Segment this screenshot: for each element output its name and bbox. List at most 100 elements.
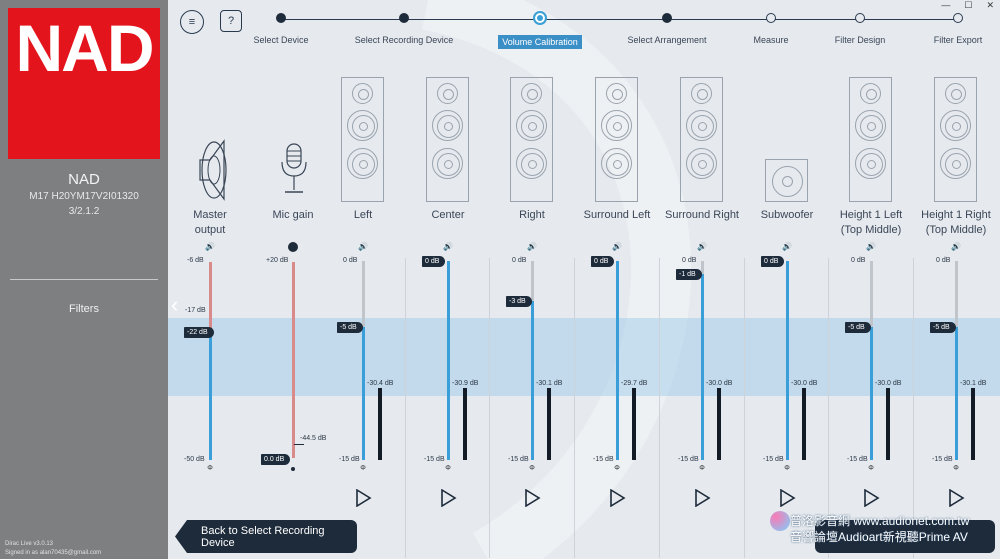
channel-track-lower <box>447 261 450 460</box>
channel-name-master: Master output <box>193 209 227 236</box>
volume-icon[interactable]: 🔊 <box>951 242 961 251</box>
volume-icon[interactable]: 🔊 <box>358 242 368 251</box>
channel-track-lower <box>701 274 704 460</box>
play-icon <box>780 488 796 508</box>
channel-gain-slider[interactable]: 0 dB <box>591 256 615 267</box>
phase-icon[interactable]: Φ <box>951 465 961 472</box>
signed-in-label: Signed in as alan70435@gmail.com <box>5 550 102 556</box>
phase-icon[interactable]: Φ <box>205 465 215 472</box>
channel-name: Height 1 Right (Top Middle) <box>921 209 991 236</box>
step-filter-export[interactable]: Filter Export <box>898 13 1000 45</box>
version-label: Dirac Live v3.0.13 <box>5 541 54 547</box>
master-volume-slider[interactable]: -22 dB <box>184 327 214 338</box>
level-meter-bar <box>971 388 975 460</box>
tick-bottom: -15 dB <box>339 456 360 463</box>
sidebar: NAD NAD M17 H20YM17V2I01320 3/2.1.2 Filt… <box>0 0 168 559</box>
channel-gain-slider[interactable]: -1 dB <box>676 269 702 281</box>
step-dot-icon <box>855 13 865 23</box>
volume-icon[interactable]: 🔊 <box>782 242 792 251</box>
channel-gain-slider[interactable]: -5 dB <box>845 322 871 334</box>
tick-top: 0 dB <box>343 257 358 264</box>
channel-gain-slider[interactable]: -5 dB <box>337 322 363 334</box>
sidebar-divider <box>10 279 158 280</box>
step-dot-icon <box>662 13 672 23</box>
watermark-logo-icon <box>770 511 790 531</box>
phase-icon[interactable]: Φ <box>443 465 453 472</box>
mic-level: -44.5 dB <box>300 435 327 442</box>
chevron-left-icon[interactable]: ‹ <box>171 292 178 318</box>
channel-gain-slider[interactable]: 0 dB <box>422 256 446 267</box>
channel-track-upper <box>955 261 958 328</box>
phase-icon[interactable]: Φ <box>612 465 622 472</box>
play-test-tone-button[interactable] <box>693 488 711 508</box>
maximize-button[interactable]: ☐ <box>964 0 972 11</box>
column-divider <box>405 258 406 558</box>
close-button[interactable]: ✕ <box>986 0 994 11</box>
column-divider <box>574 258 575 558</box>
menu-button[interactable]: ≡ <box>180 10 204 34</box>
volume-icon[interactable]: 🔊 <box>612 242 622 251</box>
sidebar-item-filters[interactable]: Filters <box>0 303 168 315</box>
step-label: Volume Calibration <box>498 35 582 49</box>
phase-icon[interactable]: Φ <box>782 465 792 472</box>
device-config: 3/2.1.2 <box>68 206 100 217</box>
play-test-tone-button[interactable] <box>354 488 372 508</box>
speaker-cabinet-icon <box>595 77 638 202</box>
back-button[interactable]: Back to Select Recording Device <box>175 520 357 553</box>
volume-icon[interactable]: 🔊 <box>697 242 707 251</box>
device-model: M17 H20YM17V2I01320 <box>29 191 139 202</box>
channel-track-upper <box>362 261 365 328</box>
level-readout: -30.1 dB <box>536 380 563 387</box>
volume-icon[interactable]: 🔊 <box>443 242 453 251</box>
channel-gain-slider[interactable]: -5 dB <box>930 322 956 334</box>
watermark-line-2: 音響論壇Audioart新視聽Prime AV <box>790 530 968 544</box>
volume-icon[interactable]: 🔊 <box>205 242 215 251</box>
step-select-arrangement[interactable]: Select Arrangement <box>607 13 727 45</box>
level-readout: -29.7 dB <box>621 380 648 387</box>
tick-target: -17 dB <box>185 307 206 314</box>
step-volume-calibration[interactable]: Volume Calibration <box>480 11 600 50</box>
speaker-cabinet-icon <box>680 77 723 202</box>
level-readout: -30.0 dB <box>875 380 902 387</box>
level-meter-bar <box>717 388 721 460</box>
step-label: Select Arrangement <box>627 35 707 45</box>
volume-icon[interactable]: 🔊 <box>527 242 537 251</box>
play-test-tone-button[interactable] <box>947 488 965 508</box>
play-icon <box>610 488 626 508</box>
play-test-tone-button[interactable] <box>523 488 541 508</box>
step-select-recording-device[interactable]: Select Recording Device <box>344 13 464 45</box>
channel-track-upper <box>531 261 534 301</box>
phase-icon[interactable]: Φ <box>358 465 368 472</box>
step-dot-icon <box>276 13 286 23</box>
channel-gain-slider[interactable]: 0 dB <box>761 256 785 267</box>
step-select-device[interactable]: Select Device <box>221 13 341 45</box>
mic-level-marker <box>294 444 304 445</box>
phase-icon[interactable]: Φ <box>527 465 537 472</box>
tick-top: 0 dB <box>936 257 951 264</box>
level-readout: -30.0 dB <box>706 380 733 387</box>
phase-icon[interactable]: Φ <box>866 465 876 472</box>
channel-name: Right <box>519 209 545 221</box>
step-label: Select Device <box>253 35 309 45</box>
play-icon <box>525 488 541 508</box>
speaker-icon <box>190 135 232 205</box>
mic-gain-slider[interactable]: 0.0 dB <box>261 454 291 465</box>
phase-icon[interactable]: Φ <box>697 465 707 472</box>
minimize-button[interactable]: — <box>941 0 950 11</box>
play-icon <box>949 488 965 508</box>
level-meter-bar <box>632 388 636 460</box>
master-track-lower <box>209 332 212 460</box>
step-label: Filter Export <box>933 35 983 45</box>
step-dot-icon <box>766 13 776 23</box>
channel-gain-slider[interactable]: -3 dB <box>506 295 532 307</box>
tick-bottom: -15 dB <box>593 456 614 463</box>
tick-top: 0 dB <box>682 257 697 264</box>
play-test-tone-button[interactable] <box>862 488 880 508</box>
play-test-tone-button[interactable] <box>778 488 796 508</box>
mic-track <box>292 262 295 458</box>
level-readout: -30.4 dB <box>367 380 394 387</box>
watermark: 普洛影音網 www.audionet.com.tw 音響論壇Audioart新視… <box>770 509 995 549</box>
volume-icon[interactable]: 🔊 <box>866 242 876 251</box>
play-test-tone-button[interactable] <box>439 488 457 508</box>
play-test-tone-button[interactable] <box>608 488 626 508</box>
